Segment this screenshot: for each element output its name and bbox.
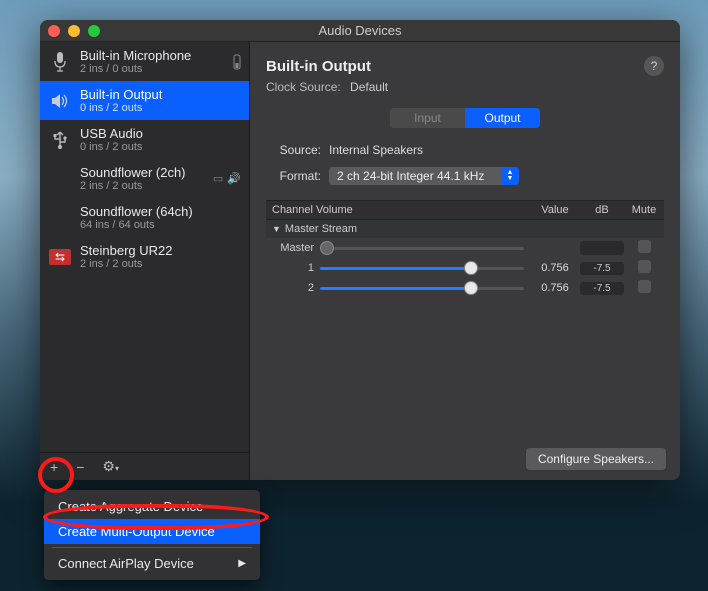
volume-value: 0.756	[530, 262, 580, 274]
stream-label: Master Stream	[285, 223, 357, 235]
stepper-icon: ▲▼	[501, 167, 519, 185]
mic-icon	[52, 51, 68, 73]
audio-devices-window: Audio Devices Built-in Microphone 2 ins …	[40, 20, 680, 480]
device-name: Soundflower (2ch)	[80, 165, 205, 180]
format-label: Format:	[266, 169, 321, 183]
col-mute: Mute	[624, 204, 664, 216]
channel-volume-table: Channel Volume Value dB Mute ▼ Master St…	[266, 200, 664, 298]
help-icon[interactable]: ?	[644, 56, 664, 76]
add-device-button[interactable]: +	[50, 459, 58, 475]
sound-output-icon: 🔊	[227, 172, 241, 185]
device-row[interactable]: Built-in Output 0 ins / 2 outs	[40, 81, 249, 120]
window-title: Audio Devices	[100, 23, 620, 38]
gear-icon[interactable]: ⚙︎▾	[102, 458, 119, 475]
volume-slider[interactable]	[320, 287, 524, 290]
window-controls	[48, 25, 100, 37]
col-value: Value	[530, 204, 580, 216]
clock-source-label: Clock Source:	[266, 80, 341, 94]
device-list: Built-in Microphone 2 ins / 0 outs Built…	[40, 42, 249, 452]
mute-checkbox[interactable]	[638, 280, 651, 293]
device-row[interactable]: Soundflower (2ch) 2 ins / 2 outs ▭ 🔊	[40, 159, 249, 198]
device-row[interactable]: Built-in Microphone 2 ins / 0 outs	[40, 42, 249, 81]
menu-create-multi-output[interactable]: Create Multi-Output Device	[44, 519, 260, 544]
device-detail: Built-in Output ? Clock Source: Default …	[250, 42, 680, 480]
tab-output[interactable]: Output	[465, 108, 540, 128]
menu-connect-airplay[interactable]: Connect AirPlay Device ▶	[44, 551, 260, 576]
source-value: Internal Speakers	[329, 143, 423, 157]
device-name: Built-in Output	[80, 87, 233, 102]
clock-source-value: Default	[350, 80, 388, 94]
volume-row: Master	[266, 238, 664, 258]
device-io: 2 ins / 2 outs	[80, 258, 233, 270]
volume-slider[interactable]	[320, 267, 524, 270]
source-label: Source:	[266, 143, 321, 157]
device-row[interactable]: Soundflower (64ch) 64 ins / 64 outs	[40, 198, 249, 237]
display-icon: ▭	[213, 172, 223, 185]
master-stream-row[interactable]: ▼ Master Stream	[266, 220, 664, 238]
volume-row: 2 0.756 -7.5	[266, 278, 664, 298]
channel-label: Master	[266, 242, 320, 254]
titlebar: Audio Devices	[40, 20, 680, 42]
configure-speakers-button[interactable]: Configure Speakers...	[526, 448, 666, 470]
volume-db	[580, 241, 624, 255]
device-io: 2 ins / 0 outs	[80, 63, 225, 75]
steinberg-icon: ⇆	[49, 249, 71, 265]
device-row[interactable]: ⇆ Steinberg UR22 2 ins / 2 outs	[40, 237, 249, 276]
close-icon[interactable]	[48, 25, 60, 37]
device-name: USB Audio	[80, 126, 233, 141]
detail-title: Built-in Output	[266, 58, 644, 75]
volume-db: -7.5	[580, 262, 624, 275]
channel-label: 2	[266, 282, 320, 294]
col-db: dB	[580, 204, 624, 216]
minimize-icon[interactable]	[68, 25, 80, 37]
device-io: 0 ins / 2 outs	[80, 102, 233, 114]
device-sidebar: Built-in Microphone 2 ins / 0 outs Built…	[40, 42, 250, 480]
device-io: 0 ins / 2 outs	[80, 141, 233, 153]
device-name: Soundflower (64ch)	[80, 204, 233, 219]
disclosure-triangle-icon: ▼	[272, 224, 281, 234]
speaker-icon	[50, 92, 70, 110]
device-name: Built-in Microphone	[80, 48, 225, 63]
volume-row: 1 0.756 -7.5	[266, 258, 664, 278]
channel-label: 1	[266, 262, 320, 274]
volume-db: -7.5	[580, 282, 624, 295]
usb-icon	[51, 130, 69, 150]
format-value: 2 ch 24-bit Integer 44.1 kHz	[337, 169, 484, 183]
volume-slider	[320, 247, 524, 250]
col-channel: Channel Volume	[266, 204, 530, 216]
zoom-icon[interactable]	[88, 25, 100, 37]
remove-device-button[interactable]: −	[76, 459, 84, 475]
device-io: 2 ins / 2 outs	[80, 180, 205, 192]
device-row[interactable]: USB Audio 0 ins / 2 outs	[40, 120, 249, 159]
sidebar-footer: + − ⚙︎▾	[40, 452, 249, 480]
format-select[interactable]: 2 ch 24-bit Integer 44.1 kHz ▲▼	[329, 167, 519, 185]
tab-input[interactable]: Input	[390, 108, 465, 128]
add-device-menu: Create Aggregate Device Create Multi-Out…	[44, 490, 260, 580]
io-tabs: Input Output	[390, 108, 540, 128]
volume-value: 0.756	[530, 282, 580, 294]
device-name: Steinberg UR22	[80, 243, 233, 258]
menu-create-aggregate[interactable]: Create Aggregate Device	[44, 494, 260, 519]
chevron-right-icon: ▶	[238, 558, 246, 569]
menu-separator	[52, 547, 252, 548]
mute-checkbox	[638, 240, 651, 253]
device-io: 64 ins / 64 outs	[80, 219, 233, 231]
level-meter-icon	[233, 53, 241, 71]
mute-checkbox[interactable]	[638, 260, 651, 273]
